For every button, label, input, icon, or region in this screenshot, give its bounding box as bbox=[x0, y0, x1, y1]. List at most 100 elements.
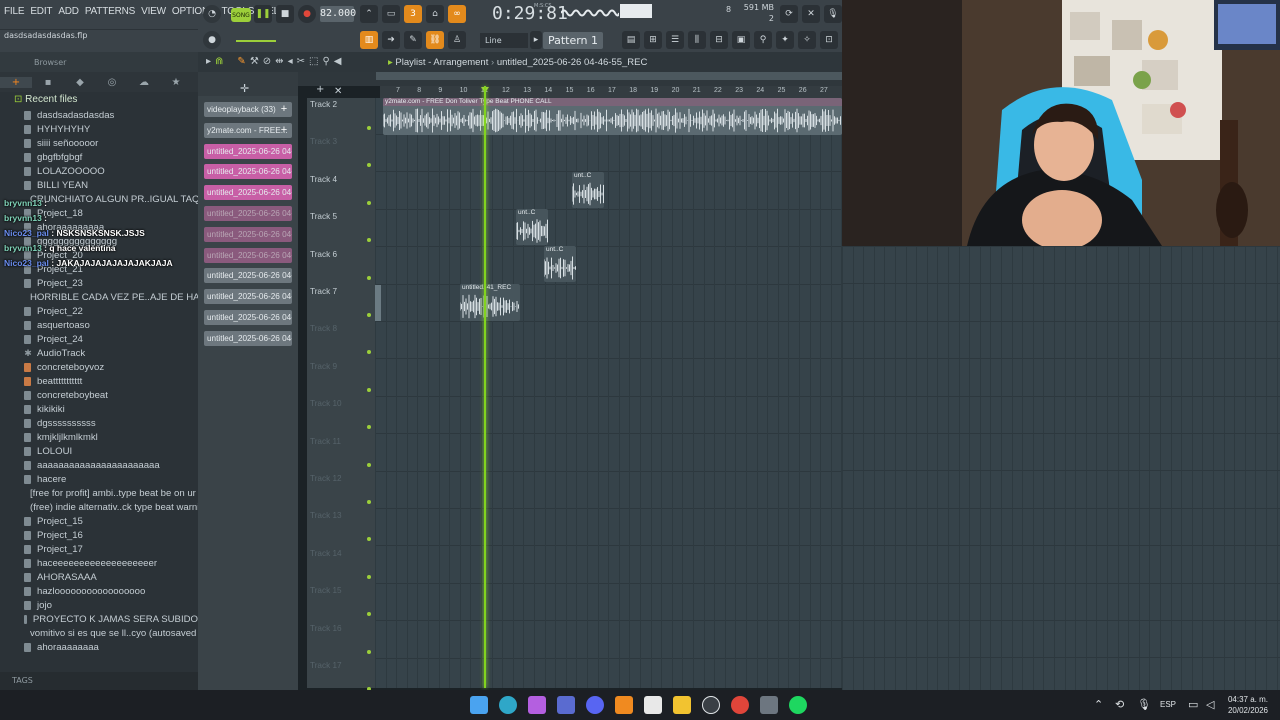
play-icon[interactable]: ▸ bbox=[206, 56, 211, 67]
pattern-selector[interactable]: Pattern 1 bbox=[543, 32, 603, 49]
arrangement-grid-extension[interactable] bbox=[842, 246, 1280, 690]
browser-file-item[interactable]: beattttttttttt bbox=[0, 374, 198, 388]
zoom-tool-icon[interactable]: ⚲ bbox=[322, 56, 329, 67]
track-mute-led[interactable] bbox=[367, 649, 371, 654]
menu-file[interactable]: FILE bbox=[4, 6, 25, 17]
track-name[interactable]: Track 14 bbox=[310, 549, 342, 558]
browser-file-item[interactable]: HYHYHYHY bbox=[0, 122, 198, 136]
playlist-icon[interactable]: ▤ bbox=[622, 31, 640, 49]
language-indicator[interactable]: ESP bbox=[1160, 700, 1176, 709]
track-name[interactable]: Track 6 bbox=[310, 250, 337, 259]
browser-file-item[interactable]: Project_23 bbox=[0, 276, 198, 290]
playhead-line[interactable] bbox=[484, 86, 486, 688]
browser-file-item[interactable]: ✱ AudioTrack bbox=[0, 346, 198, 360]
channel-button[interactable]: untitled_2025-06-26 04-... bbox=[204, 185, 292, 201]
start-icon[interactable] bbox=[470, 696, 488, 714]
browser-file-item[interactable]: LOLOUI bbox=[0, 444, 198, 458]
audio-clip[interactable]: untitled..41_REC bbox=[460, 284, 520, 321]
metronome-icon[interactable]: ⌃ bbox=[360, 5, 378, 23]
track-mute-led[interactable] bbox=[367, 163, 371, 168]
network-icon[interactable]: ▭ bbox=[1188, 698, 1198, 711]
microphone-icon[interactable]: 🎙 bbox=[824, 5, 842, 23]
browser-file-item[interactable]: kikikiki bbox=[0, 402, 198, 416]
browser-plugins-icon[interactable]: ◆ bbox=[64, 77, 96, 88]
track-mute-led[interactable] bbox=[367, 425, 371, 430]
wait-input-icon[interactable]: ▭ bbox=[382, 5, 400, 23]
browser-file-item[interactable]: gbgfbfgbgf bbox=[0, 150, 198, 164]
browser-file-item[interactable]: (free) indie alternativ..ck type beat wa… bbox=[0, 500, 198, 514]
discord-icon[interactable] bbox=[586, 696, 604, 714]
edge-icon[interactable] bbox=[499, 696, 517, 714]
clock[interactable]: 04:37 a. m. 20/02/2026 bbox=[1228, 694, 1268, 716]
track-name[interactable]: Track 11 bbox=[310, 437, 341, 446]
browser-file-item[interactable]: Project_16 bbox=[0, 528, 198, 542]
pencil-icon[interactable]: ✎ bbox=[404, 31, 422, 49]
pattern-arrow-icon[interactable]: ▸ bbox=[530, 31, 542, 49]
browser-db-icon[interactable]: ◎ bbox=[96, 77, 128, 88]
playback-tool-icon[interactable]: ◀ bbox=[334, 56, 342, 67]
browser-file-item[interactable]: aaaaaaaaaaaaaaaaaaaaaaa bbox=[0, 458, 198, 472]
track-name[interactable]: Track 12 bbox=[310, 474, 342, 483]
add-channel-icon[interactable]: + bbox=[278, 102, 290, 117]
menu-edit[interactable]: EDIT bbox=[30, 6, 52, 17]
stamp-icon[interactable]: ♙ bbox=[448, 31, 466, 49]
tempo-tapper-icon[interactable]: ✦ bbox=[776, 31, 794, 49]
browser-file-item[interactable]: Project_22 bbox=[0, 304, 198, 318]
snap-select[interactable]: Line bbox=[480, 33, 528, 48]
browser-file-item[interactable]: dgssssssssss bbox=[0, 416, 198, 430]
track-mute-led[interactable] bbox=[367, 537, 371, 542]
chrome-icon[interactable] bbox=[731, 696, 749, 714]
arrow-right-icon[interactable]: ➜ bbox=[382, 31, 400, 49]
track-name[interactable]: Track 15 bbox=[310, 586, 342, 595]
audio-clip[interactable]: unt..C bbox=[572, 172, 604, 208]
close-x-icon[interactable]: ✕ bbox=[334, 86, 342, 97]
track-name[interactable]: Track 7 bbox=[310, 287, 337, 296]
browser-all-icon[interactable]: + bbox=[0, 76, 32, 88]
settings-icon[interactable] bbox=[760, 696, 778, 714]
vs-code-icon[interactable] bbox=[557, 696, 575, 714]
tempo-display[interactable]: 82.000 bbox=[320, 6, 356, 22]
loop-record-icon[interactable]: ∞ bbox=[448, 5, 466, 23]
channel-button[interactable]: untitled_2025-06-26 04-... bbox=[204, 310, 292, 325]
track-mute-led[interactable] bbox=[367, 238, 371, 243]
channel-button[interactable]: untitled_2025-06-26 04-... bbox=[204, 143, 292, 159]
track-name[interactable]: Track 17 bbox=[310, 661, 342, 670]
tray-app-icon[interactable]: ⟲ bbox=[1115, 698, 1124, 711]
arrangement-grid[interactable] bbox=[375, 98, 843, 696]
master-volume-knob[interactable]: ◔ bbox=[203, 5, 221, 23]
stop-button[interactable]: ■ bbox=[276, 5, 294, 23]
paint-tool-icon[interactable]: ⚒ bbox=[250, 56, 259, 67]
file-explorer-icon[interactable] bbox=[673, 696, 691, 714]
fl-studio-icon[interactable] bbox=[615, 696, 633, 714]
browser-file-item[interactable]: BILLI YEAN bbox=[0, 178, 198, 192]
browser-file-item[interactable]: concreteboybeat bbox=[0, 388, 198, 402]
online-icon[interactable]: ⟳ bbox=[780, 5, 798, 23]
browser-files-icon[interactable]: ▪ bbox=[32, 77, 64, 88]
channel-button[interactable]: untitled_2025-06-26 04-... bbox=[204, 226, 292, 242]
add-track-icon[interactable]: + bbox=[316, 84, 324, 95]
browser-file-item[interactable]: hazlooooooooooooooooo bbox=[0, 584, 198, 598]
track-mute-led[interactable] bbox=[367, 612, 371, 617]
browser-file-item[interactable]: dasdsadasdasdas bbox=[0, 108, 198, 122]
select-tool-icon[interactable]: ⬚ bbox=[309, 56, 318, 67]
copilot-icon[interactable] bbox=[528, 696, 546, 714]
mixer-icon[interactable]: ⫼ bbox=[688, 31, 706, 49]
track-mute-led[interactable] bbox=[367, 313, 371, 317]
track-name[interactable]: Track 13 bbox=[310, 511, 342, 520]
browser-file-item[interactable]: Project_17 bbox=[0, 542, 198, 556]
track-name[interactable]: Track 4 bbox=[310, 175, 337, 184]
horizontal-scrollbar[interactable] bbox=[376, 72, 842, 80]
tray-chevron-icon[interactable]: ⌃ bbox=[1094, 698, 1103, 711]
track-name[interactable]: Track 2 bbox=[310, 100, 337, 109]
piano-roll-icon[interactable]: ☰ bbox=[666, 31, 684, 49]
audio-clip[interactable]: unt..C bbox=[516, 209, 548, 245]
song-mode-toggle[interactable]: SONG bbox=[231, 8, 251, 22]
track-name[interactable]: Track 5 bbox=[310, 212, 337, 221]
track-name[interactable]: Track 10 bbox=[310, 399, 342, 408]
spotify-icon[interactable] bbox=[789, 696, 807, 714]
track-mute-led[interactable] bbox=[367, 387, 371, 392]
browser-file-item[interactable]: LOLAZOOOOO bbox=[0, 164, 198, 178]
channel-button[interactable]: untitled_2025-06-26 04-... bbox=[204, 289, 292, 305]
track-mute-led[interactable] bbox=[367, 500, 371, 504]
browser-file-item[interactable]: hacere bbox=[0, 472, 198, 486]
